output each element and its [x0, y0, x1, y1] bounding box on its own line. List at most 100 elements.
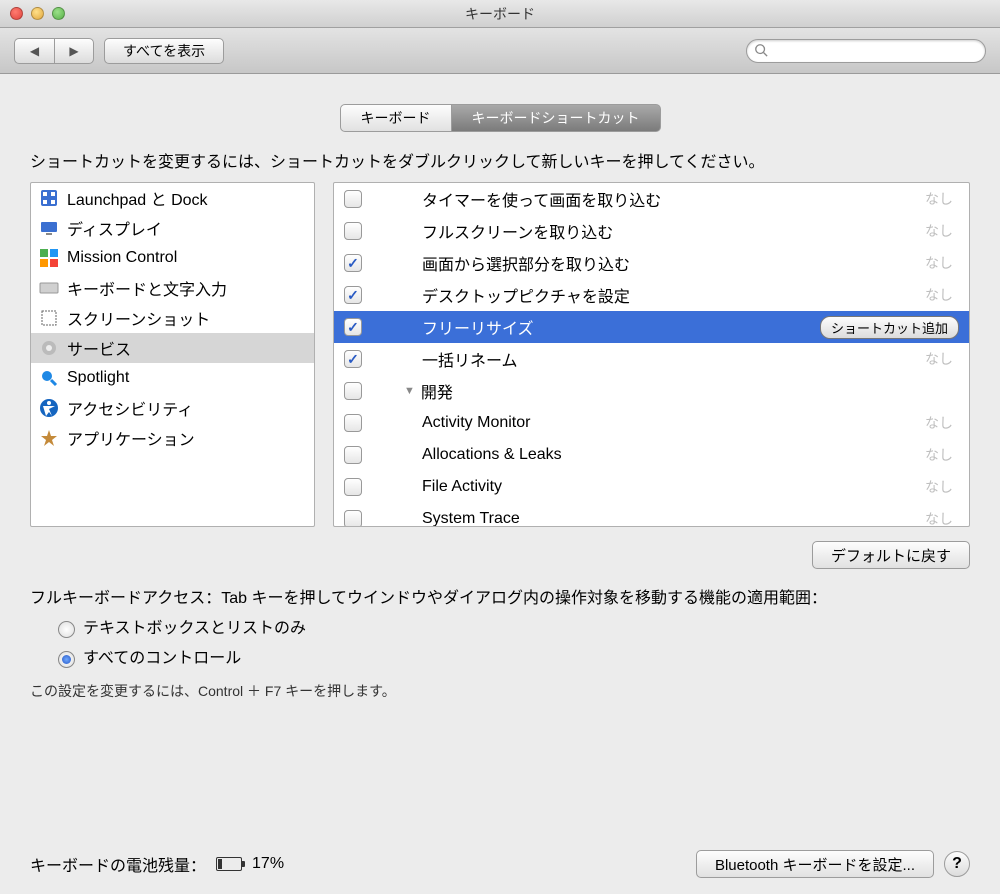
tab-bar: キーボード キーボードショートカット [30, 104, 970, 132]
window-title: キーボード [0, 4, 1000, 24]
shortcut-label: フリーリサイズ [422, 315, 808, 339]
instruction-text: ショートカットを変更するには、ショートカットをダブルクリックして新しいキーを押し… [30, 148, 970, 172]
screenshot-icon [39, 308, 59, 328]
shortcut-value[interactable]: なし [925, 509, 959, 527]
shortcut-value[interactable]: なし [925, 349, 959, 369]
shortcut-value[interactable]: なし [925, 477, 959, 497]
category-label: アプリケーション [67, 426, 195, 450]
category-item[interactable]: アクセシビリティ [31, 393, 314, 423]
shortcut-label: 一括リネーム [422, 347, 913, 371]
checkbox[interactable] [344, 478, 362, 496]
radio-label: すべてのコントロール [83, 647, 241, 671]
checkbox[interactable] [344, 318, 362, 336]
category-label: アクセシビリティ [67, 396, 193, 420]
shortcut-item[interactable]: フリーリサイズショートカット追加 [334, 311, 969, 343]
shortcut-value[interactable]: なし [925, 413, 959, 433]
shortcut-value[interactable]: なし [925, 445, 959, 465]
radio-text-and-lists[interactable]: テキストボックスとリストのみ [58, 617, 970, 641]
search-input[interactable] [746, 39, 986, 63]
tab-keyboard-shortcuts[interactable]: キーボードショートカット [452, 104, 661, 132]
shortcut-label: タイマーを使って画面を取り込む [422, 187, 913, 211]
checkbox[interactable] [344, 350, 362, 368]
radio-icon [58, 651, 75, 668]
shortcut-item[interactable]: 画面から選択部分を取り込むなし [334, 247, 969, 279]
chevron-left-icon: ◀ [30, 44, 39, 58]
shortcut-item[interactable]: 一括リネームなし [334, 343, 969, 375]
accessibility-icon [39, 398, 59, 418]
checkbox[interactable] [344, 446, 362, 464]
shortcut-item[interactable]: タイマーを使って画面を取り込むなし [334, 183, 969, 215]
category-item[interactable]: Spotlight [31, 363, 314, 393]
shortcut-value[interactable]: なし [925, 253, 959, 273]
keyboard-access-text: フルキーボードアクセス：Tab キーを押してウインドウやダイアログ内の操作対象を… [30, 587, 970, 611]
category-label: スクリーンショット [67, 306, 210, 330]
shortcut-value[interactable]: なし [925, 221, 959, 241]
checkbox[interactable] [344, 286, 362, 304]
radio-all-controls[interactable]: すべてのコントロール [58, 647, 970, 671]
shortcut-item[interactable]: Allocations & Leaks なし [334, 439, 969, 471]
battery-icon [216, 857, 242, 871]
battery-percent: 17% [252, 855, 284, 873]
category-label: Mission Control [67, 249, 177, 267]
back-button[interactable]: ◀ [14, 38, 54, 64]
restore-defaults-button[interactable]: デフォルトに戻す [812, 541, 970, 569]
shortcut-label: Activity Monitor [422, 414, 913, 432]
keyboard-access-section: フルキーボードアクセス：Tab キーを押してウインドウやダイアログ内の操作対象を… [30, 587, 970, 702]
show-all-button[interactable]: すべてを表示 [104, 38, 224, 64]
spotlight-icon [39, 368, 59, 388]
category-label: ディスプレイ [67, 216, 162, 240]
checkbox[interactable] [344, 190, 362, 208]
help-button[interactable]: ? [944, 851, 970, 877]
category-item[interactable]: ディスプレイ [31, 213, 314, 243]
category-item[interactable]: キーボードと文字入力 [31, 273, 314, 303]
window-titlebar: キーボード [0, 0, 1000, 28]
shortcut-item[interactable]: File Activity なし [334, 471, 969, 503]
display-icon [39, 218, 59, 238]
category-item[interactable]: スクリーンショット [31, 303, 314, 333]
shortcut-item[interactable]: Activity Monitor なし [334, 407, 969, 439]
services-icon [39, 338, 59, 358]
category-list[interactable]: Launchpad と Dock ディスプレイ Mission Control キーボ… [30, 182, 315, 527]
checkbox[interactable] [344, 414, 362, 432]
checkbox[interactable] [344, 222, 362, 240]
tab-keyboard[interactable]: キーボード [340, 104, 452, 132]
shortcut-label: Allocations & Leaks [422, 446, 913, 464]
forward-button[interactable]: ▶ [54, 38, 94, 64]
shortcut-item[interactable]: フルスクリーンを取り込むなし [334, 215, 969, 247]
category-label: Launchpad と Dock [67, 186, 208, 210]
category-item[interactable]: Mission Control [31, 243, 314, 273]
launchpad-icon [39, 188, 59, 208]
applications-icon [39, 428, 59, 448]
group-label: 開発 [421, 379, 453, 403]
shortcut-label: File Activity [422, 478, 913, 496]
mission-icon [39, 248, 59, 268]
radio-icon [58, 621, 75, 638]
category-label: キーボードと文字入力 [67, 276, 227, 300]
shortcut-value[interactable]: なし [925, 189, 959, 209]
add-shortcut-button[interactable]: ショートカット追加 [820, 316, 959, 339]
shortcut-list[interactable]: タイマーを使って画面を取り込むなしフルスクリーンを取り込むなし画面から選択部分を… [333, 182, 970, 527]
shortcut-label: デスクトップピクチャを設定 [422, 283, 913, 307]
search-icon [754, 43, 768, 57]
toolbar: ◀ ▶ すべてを表示 [0, 28, 1000, 74]
chevron-right-icon: ▶ [69, 44, 78, 58]
category-label: サービス [67, 336, 131, 360]
shortcut-item[interactable]: デスクトップピクチャを設定なし [334, 279, 969, 311]
checkbox[interactable] [344, 382, 362, 400]
shortcut-label: 画面から選択部分を取り込む [422, 251, 913, 275]
shortcut-value[interactable]: なし [925, 285, 959, 305]
battery-label: キーボードの電池残量： [30, 852, 206, 876]
disclosure-triangle-icon[interactable]: ▼ [404, 385, 415, 397]
category-label: Spotlight [67, 369, 129, 387]
checkbox[interactable] [344, 510, 362, 527]
shortcut-group[interactable]: ▼ 開発 [334, 375, 969, 407]
radio-label: テキストボックスとリストのみ [83, 617, 306, 641]
category-item[interactable]: サービス [31, 333, 314, 363]
keyboard-access-note: この設定を変更するには、Control ＋ F7 キーを押します。 [30, 681, 970, 702]
shortcut-item[interactable]: System Traceなし [334, 503, 969, 527]
checkbox[interactable] [344, 254, 362, 272]
footer: キーボードの電池残量： 17% Bluetooth キーボードを設定... ? [0, 838, 1000, 894]
category-item[interactable]: Launchpad と Dock [31, 183, 314, 213]
category-item[interactable]: アプリケーション [31, 423, 314, 453]
bluetooth-setup-button[interactable]: Bluetooth キーボードを設定... [696, 850, 934, 878]
